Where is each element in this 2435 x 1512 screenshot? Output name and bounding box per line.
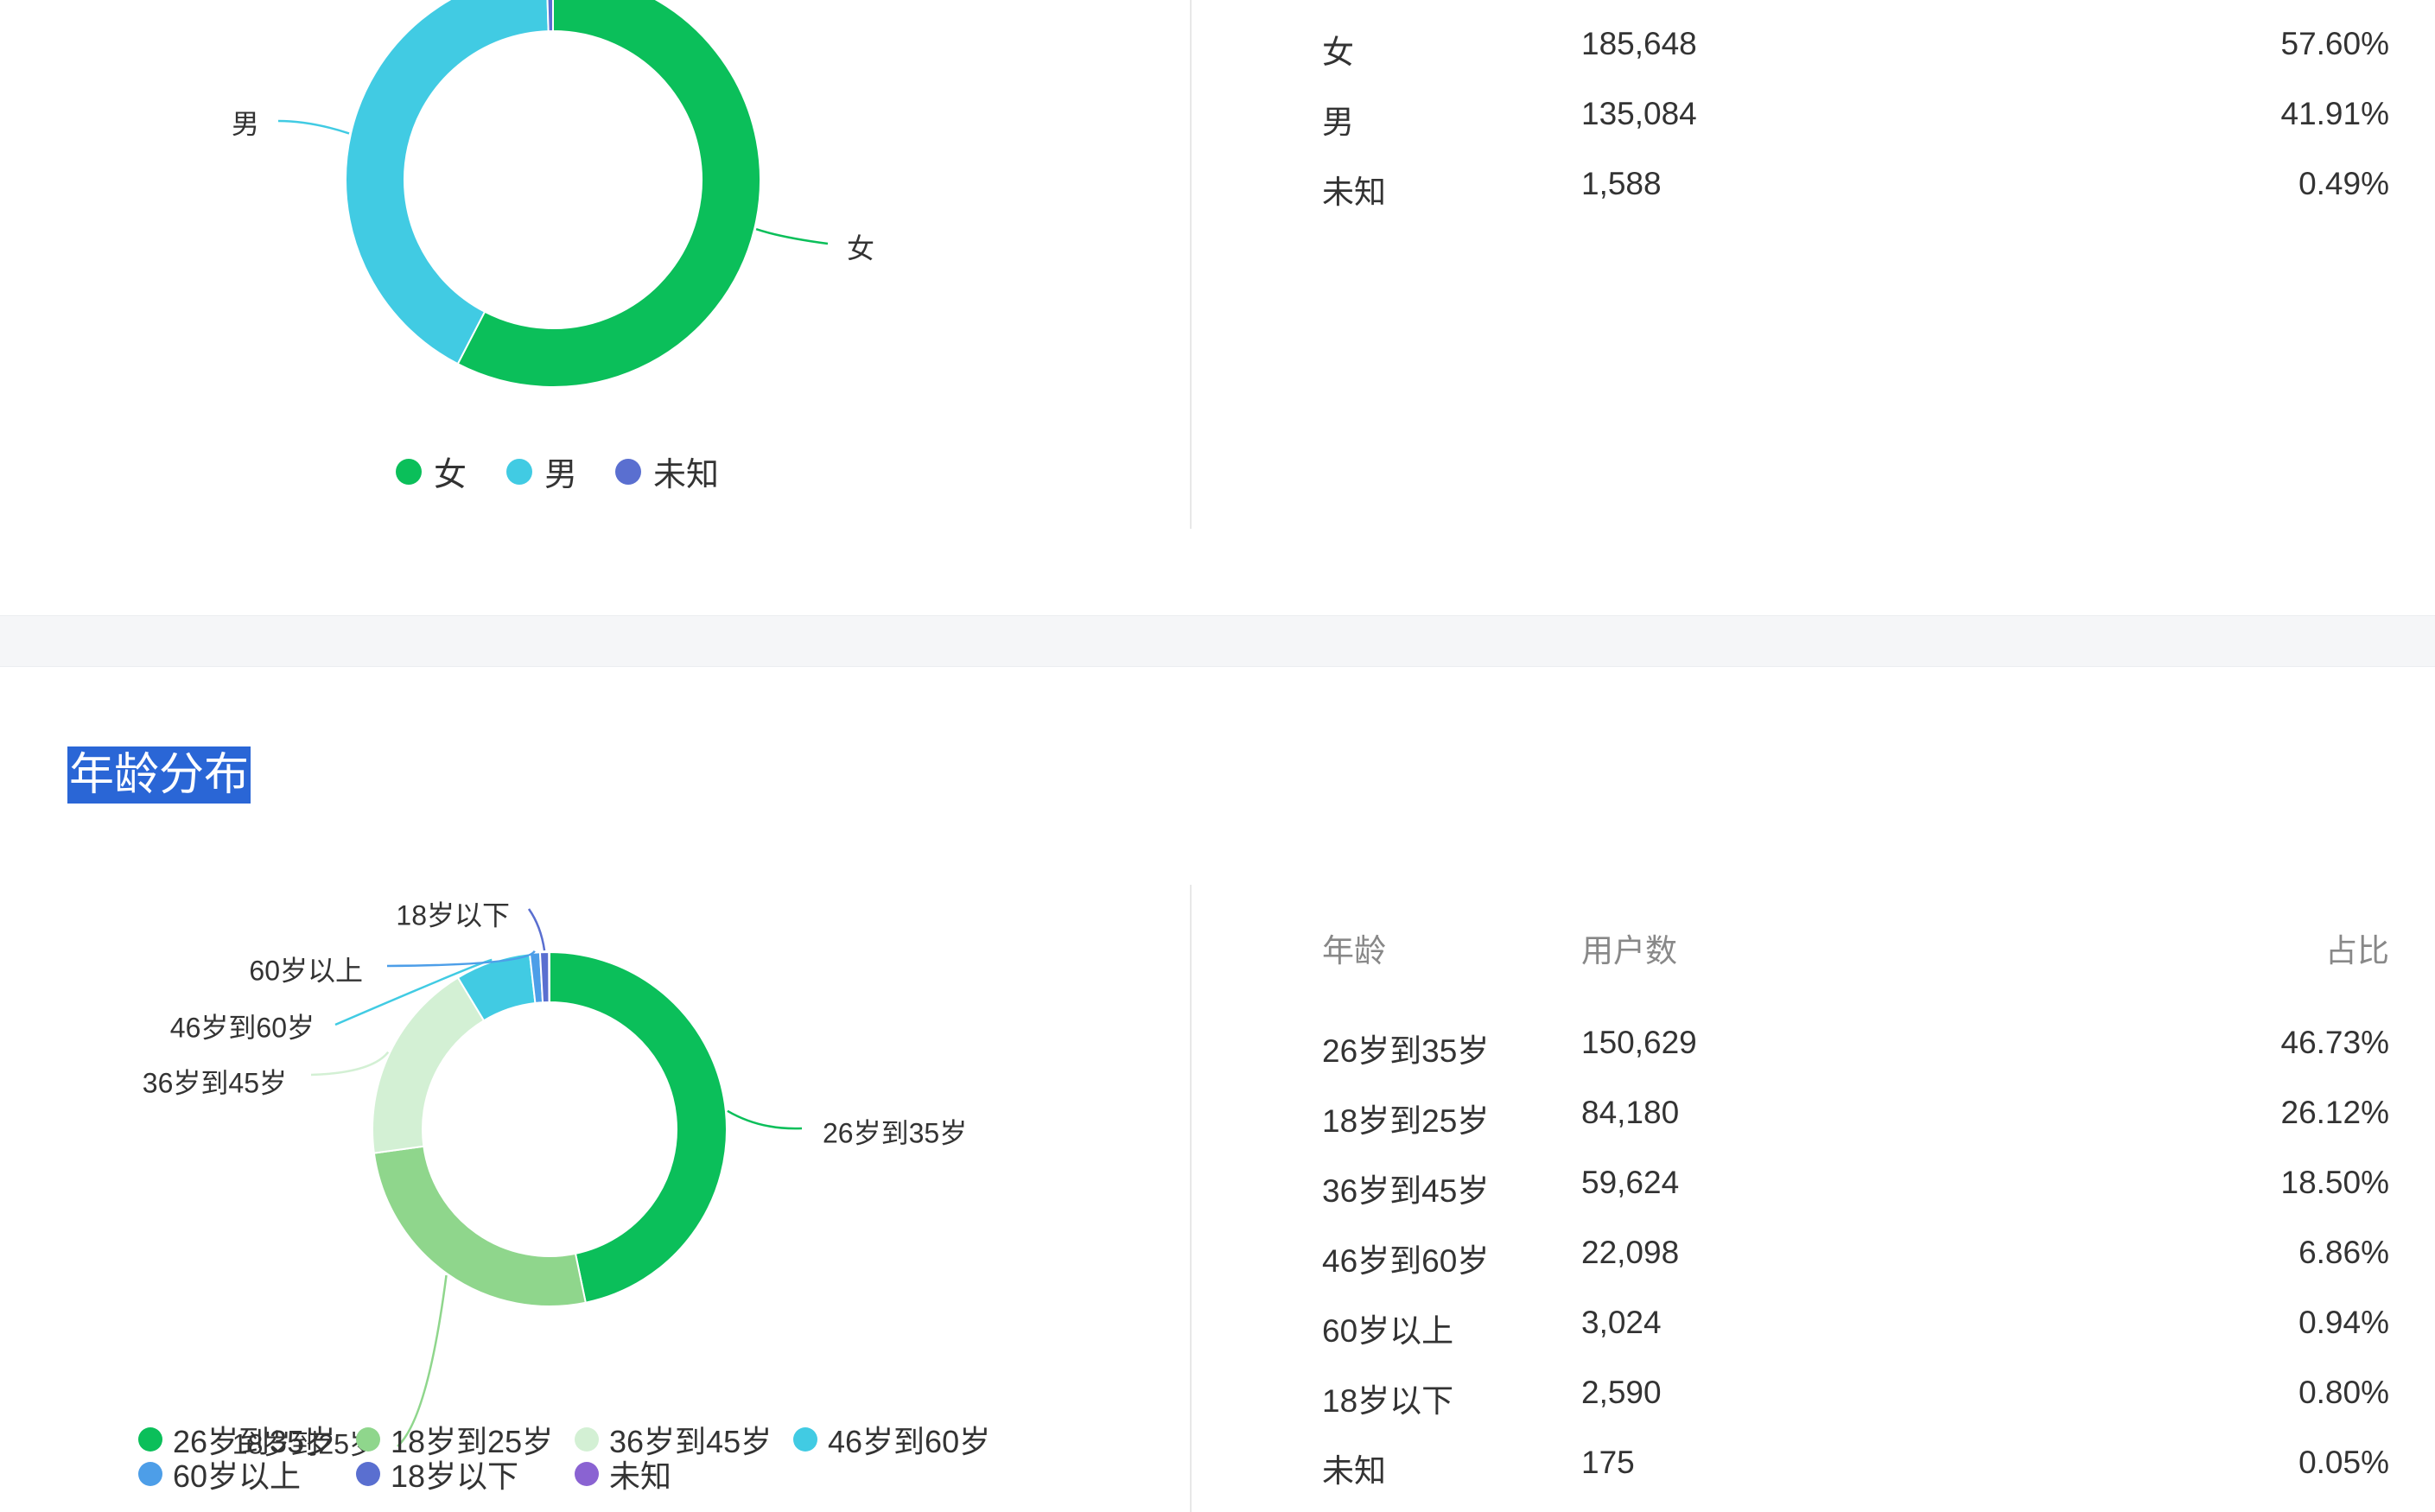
leader-line-5 [527,908,546,951]
slice-label-0: 26岁到35岁 [823,1117,967,1148]
leader-line-0 [727,1109,803,1130]
donut-slice-2[interactable] [546,0,554,33]
legend-dot [615,458,641,485]
header-share: 占比 [2325,933,2389,969]
donut-slice-0[interactable] [456,0,761,388]
donut-slice-1[interactable] [372,1145,587,1307]
cell-label: 46岁到60岁 [1322,1243,1490,1279]
table-row: 46岁到60岁 22,098 6.86% [1322,1235,2389,1286]
leader-line-1 [277,119,350,135]
cell-label: 未知 [1322,175,1386,210]
header-users: 用户数 [1581,933,1677,969]
cell-label: 男 [1322,105,1354,140]
legend-label: 未知 [609,1458,672,1494]
cell-count: 150,629 [1581,1025,1697,1060]
legend-label: 60岁以上 [173,1458,302,1494]
table-row: 18岁到25岁 84,180 26.12% [1322,1095,2389,1147]
slice-label-0: 女 [847,232,874,264]
cell-pct: 18.50% [2280,1165,2390,1200]
gender-divider [1190,0,1192,529]
table-row: 未知 175 0.05% [1322,1445,2389,1496]
legend-dot [396,458,422,485]
table-row: 未知 1,588 0.49% [1322,166,2389,218]
leader-line-2 [310,1051,390,1077]
table-row: 60岁以上 3,024 0.94% [1322,1305,2389,1356]
cell-count: 1,588 [1581,166,1662,201]
age-donut-chart: 26岁到35岁18岁到25岁36岁到45岁46岁到60岁60岁以上18岁以下 [143,899,967,1459]
table-row: 男 135,084 41.91% [1322,96,2389,148]
cell-pct: 26.12% [2280,1095,2390,1130]
header-age: 年龄 [1322,933,1386,969]
age-panel: 年龄分布 26岁到35岁 18岁到25岁 36岁到45岁 46岁到60岁 60岁以上 18… [0,667,2435,1512]
slice-label-2: 36岁到45岁 [143,1067,287,1098]
legend-label: 女 [434,457,467,493]
table-row: 女 185,648 57.60% [1322,26,2389,78]
legend-label: 18岁以下 [391,1458,519,1494]
table-row: 36岁到45岁 59,624 18.50% [1322,1165,2389,1217]
cell-pct: 57.60% [2280,26,2390,61]
cell-count: 175 [1581,1445,1635,1480]
gender-donut-chart: 女男 [232,0,874,388]
cell-label: 18岁以下 [1322,1383,1454,1419]
cell-count: 2,590 [1581,1375,1662,1410]
cell-label: 女 [1322,35,1354,70]
cell-label: 18岁到25岁 [1322,1103,1490,1139]
donut-slice-1[interactable] [345,0,550,365]
legend-dot [793,1427,817,1452]
cell-label: 未知 [1322,1453,1386,1489]
cell-label: 60岁以上 [1322,1313,1454,1349]
cell-count: 3,024 [1581,1305,1662,1340]
gender-panel: 女男 女男未知 女 185,648 57.60% 男 135,084 41.91% 未知 1,… [0,0,2435,615]
section-separator [0,615,2435,667]
slice-label-1: 男 [232,108,259,139]
legend-dot [356,1427,380,1452]
legend-dot [138,1427,162,1452]
legend-item[interactable]: 未知 [615,448,719,495]
legend-dot [138,1462,162,1486]
legend-label: 46岁到60岁 [828,1424,991,1459]
cell-count: 59,624 [1581,1165,1680,1200]
slice-label-4: 60岁以上 [249,955,363,986]
cell-pct: 46.73% [2280,1025,2390,1060]
age-divider [1190,885,1192,1512]
table-row: 18岁以下 2,590 0.80% [1322,1375,2389,1426]
legend-item[interactable]: 60岁以上 [138,1452,301,1496]
cell-label: 26岁到35岁 [1322,1033,1490,1069]
cell-pct: 6.86% [2298,1235,2389,1270]
donut-slice-0[interactable] [549,950,728,1304]
cell-pct: 0.80% [2298,1375,2389,1410]
legend-dot [575,1462,599,1486]
cell-pct: 41.91% [2280,96,2390,131]
cell-count: 22,098 [1581,1235,1680,1270]
legend-item[interactable]: 女 [396,448,467,495]
donut-slice-6[interactable] [548,950,550,1004]
legend-label: 未知 [653,457,720,493]
legend-item[interactable]: 男 [506,448,577,495]
donut-slice-2[interactable] [372,976,486,1154]
cell-pct: 0.49% [2298,166,2389,201]
table-row: 26岁到35岁 150,629 46.73% [1322,1025,2389,1077]
legend-dot [356,1462,380,1486]
cell-count: 135,084 [1581,96,1697,131]
legend-label: 男 [544,457,578,493]
legend-item[interactable]: 46岁到60岁 [793,1417,990,1462]
cell-pct: 0.94% [2298,1305,2389,1340]
slice-label-5: 18岁以下 [396,899,510,931]
table-header-row: 年龄 用户数 占比 [1322,924,2389,976]
cell-pct: 0.05% [2298,1445,2389,1480]
legend-item[interactable]: 18岁以下 [356,1452,518,1496]
leader-line-0 [755,228,829,245]
cell-count: 185,648 [1581,26,1697,61]
legend-item[interactable]: 未知 [575,1452,671,1496]
slice-label-3: 46岁到60岁 [170,1012,315,1043]
cell-count: 84,180 [1581,1095,1680,1130]
cell-label: 36岁到45岁 [1322,1173,1490,1209]
legend-dot [506,458,532,485]
legend-dot [575,1427,599,1452]
